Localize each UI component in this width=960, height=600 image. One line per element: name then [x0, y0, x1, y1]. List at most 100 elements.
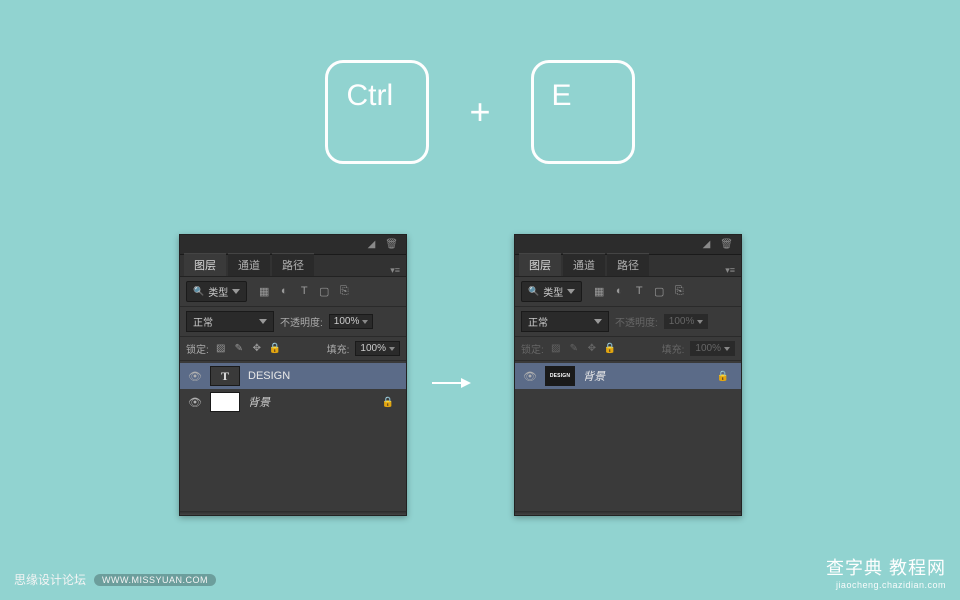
opacity-input: 100% — [664, 314, 709, 329]
layer-thumbnail[interactable] — [210, 392, 240, 412]
blend-mode-value: 正常 — [193, 314, 213, 329]
lock-transparency-icon: ▨ — [550, 343, 562, 354]
visibility-icon[interactable]: 👁 — [188, 396, 202, 409]
filter-icons: ▦ ◐ T ▢ ⎘ — [257, 285, 351, 298]
opacity-value: 100% — [669, 316, 695, 327]
tab-paths[interactable]: 路径 — [607, 253, 649, 276]
panel-bottom-edge — [180, 511, 406, 515]
opacity-label: 不透明度: — [280, 314, 323, 329]
panel-menu-icon[interactable]: ▾≡ — [719, 265, 741, 276]
tab-layers[interactable]: 图层 — [184, 253, 226, 276]
lock-label: 锁定: — [186, 341, 209, 356]
chevron-down-icon — [594, 319, 602, 324]
blend-mode-dropdown[interactable]: 正常 — [186, 311, 274, 332]
filter-type-icon[interactable]: T — [297, 285, 311, 298]
collapse-icon[interactable]: ◢ — [703, 239, 711, 250]
layer-row[interactable]: 👁 T DESIGN — [180, 363, 406, 389]
opacity-label: 不透明度: — [615, 314, 658, 329]
keycap-ctrl-label: Ctrl — [346, 79, 393, 145]
visibility-icon[interactable]: 👁 — [188, 370, 202, 383]
lock-transparency-icon[interactable]: ▨ — [215, 343, 227, 354]
chevron-down-icon — [724, 347, 730, 351]
blend-row: 正常 不透明度: 100% — [180, 307, 406, 337]
tab-channels[interactable]: 通道 — [228, 253, 270, 276]
fill-value: 100% — [360, 343, 386, 354]
arrow-icon — [432, 374, 471, 392]
filter-shape-icon[interactable]: ▢ — [317, 285, 331, 298]
footer-left-text: 思缘设计论坛 — [14, 571, 86, 588]
chevron-down-icon — [697, 320, 703, 324]
lock-icon: 🔒 — [717, 371, 729, 382]
search-icon: 🔍 — [528, 286, 539, 297]
panel-tabs: 图层 通道 路径 ▾≡ — [515, 255, 741, 277]
blend-mode-value: 正常 — [528, 314, 548, 329]
panel-bottom-edge — [515, 511, 741, 515]
fill-label: 填充: — [662, 341, 685, 356]
keycap-ctrl: Ctrl — [325, 60, 429, 164]
filter-smart-icon[interactable]: ⎘ — [672, 285, 686, 298]
layer-thumbnail[interactable]: T — [210, 366, 240, 386]
filter-type-icon[interactable]: T — [632, 285, 646, 298]
keycap-e: E — [531, 60, 635, 164]
search-icon: 🔍 — [193, 286, 204, 297]
footer-right-url: jiaocheng.chazidian.com — [826, 580, 946, 590]
filter-type-dropdown[interactable]: 🔍 类型 — [186, 281, 247, 302]
lock-brush-icon: ✎ — [568, 343, 580, 354]
visibility-icon[interactable]: 👁 — [523, 370, 537, 383]
chevron-down-icon — [232, 289, 240, 294]
layer-name[interactable]: 背景 — [248, 394, 374, 410]
layer-list-before: 👁 T DESIGN 👁 背景 🔒 — [180, 361, 406, 511]
filter-type-label: 类型 — [208, 284, 228, 299]
trash-icon[interactable]: 🗑 — [720, 239, 733, 250]
filter-pixel-icon[interactable]: ▦ — [257, 285, 271, 298]
footer-right-title: 查字典 教程网 — [826, 554, 946, 580]
filter-pixel-icon[interactable]: ▦ — [592, 285, 606, 298]
panel-titlebar: ◢ 🗑 — [180, 235, 406, 255]
layer-list-after: 👁 DESIGN 背景 🔒 — [515, 361, 741, 511]
lock-label: 锁定: — [521, 341, 544, 356]
layer-row[interactable]: 👁 DESIGN 背景 🔒 — [515, 363, 741, 389]
filter-type-label: 类型 — [543, 284, 563, 299]
filter-adjust-icon[interactable]: ◐ — [612, 285, 626, 298]
panel-titlebar: ◢ 🗑 — [515, 235, 741, 255]
fill-label: 填充: — [327, 341, 350, 356]
filter-shape-icon[interactable]: ▢ — [652, 285, 666, 298]
collapse-icon[interactable]: ◢ — [368, 239, 376, 250]
opacity-value: 100% — [334, 316, 360, 327]
tab-channels[interactable]: 通道 — [563, 253, 605, 276]
filter-adjust-icon[interactable]: ◐ — [277, 285, 291, 298]
blend-mode-dropdown[interactable]: 正常 — [521, 311, 609, 332]
chevron-down-icon — [389, 347, 395, 351]
lock-row: 锁定: ▨ ✎ ✥ 🔒 填充: 100% — [515, 337, 741, 361]
layer-row[interactable]: 👁 背景 🔒 — [180, 389, 406, 415]
chevron-down-icon — [259, 319, 267, 324]
plus-symbol: + — [469, 91, 490, 133]
keycap-e-label: E — [552, 79, 572, 145]
layer-name[interactable]: DESIGN — [248, 370, 398, 382]
opacity-input[interactable]: 100% — [329, 314, 374, 329]
filter-type-dropdown[interactable]: 🔍 类型 — [521, 281, 582, 302]
footer-left: 思缘设计论坛 WWW.MISSYUAN.COM — [14, 571, 216, 588]
lock-move-icon[interactable]: ✥ — [251, 343, 263, 354]
tab-layers[interactable]: 图层 — [519, 253, 561, 276]
fill-input: 100% — [690, 341, 735, 356]
panel-tabs: 图层 通道 路径 ▾≡ — [180, 255, 406, 277]
layer-thumbnail[interactable]: DESIGN — [545, 366, 575, 386]
lock-brush-icon[interactable]: ✎ — [233, 343, 245, 354]
shortcut-row: Ctrl + E — [0, 60, 960, 164]
layer-filter-row: 🔍 类型 ▦ ◐ T ▢ ⎘ — [515, 277, 741, 307]
lock-icons: ▨ ✎ ✥ 🔒 — [215, 343, 281, 354]
trash-icon[interactable]: 🗑 — [385, 239, 398, 250]
lock-all-icon[interactable]: 🔒 — [269, 343, 281, 354]
footer-right: 查字典 教程网 jiaocheng.chazidian.com — [826, 554, 946, 590]
blend-row: 正常 不透明度: 100% — [515, 307, 741, 337]
tab-paths[interactable]: 路径 — [272, 253, 314, 276]
lock-all-icon: 🔒 — [604, 343, 616, 354]
filter-smart-icon[interactable]: ⎘ — [337, 285, 351, 298]
fill-value: 100% — [695, 343, 721, 354]
lock-move-icon: ✥ — [586, 343, 598, 354]
layer-filter-row: 🔍 类型 ▦ ◐ T ▢ ⎘ — [180, 277, 406, 307]
layer-name[interactable]: 背景 — [583, 368, 709, 384]
panel-menu-icon[interactable]: ▾≡ — [384, 265, 406, 276]
fill-input[interactable]: 100% — [355, 341, 400, 356]
